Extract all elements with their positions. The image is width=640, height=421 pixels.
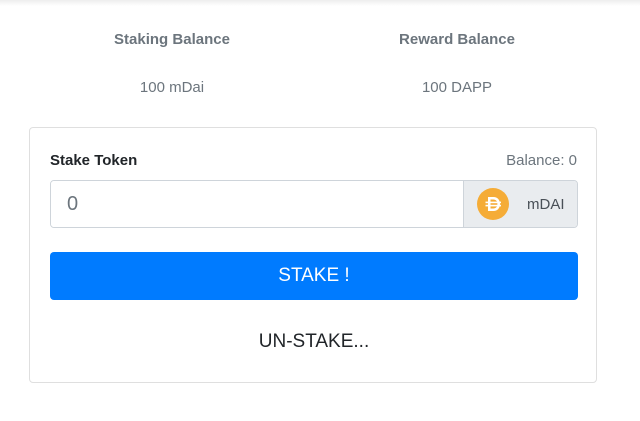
reward-balance-label: Reward Balance [399,31,515,48]
stake-amount-input[interactable] [51,181,463,227]
dai-coin-icon [477,188,509,220]
stake-card: Stake Token Balance: 0 mDAI STAKE ! UN-S… [29,127,597,383]
stake-button[interactable]: STAKE ! [50,252,578,300]
token-symbol: mDAI [527,195,565,213]
balances-header: Staking Balance 100 mDai Reward Balance … [0,0,640,110]
reward-balance-value: 100 DAPP [421,79,493,96]
unstake-button[interactable]: UN-STAKE... [50,322,578,362]
stake-token-label: Stake Token [50,152,138,169]
token-addon: mDAI [463,181,577,227]
staking-balance-label: Staking Balance [114,31,230,48]
stake-input-group: mDAI [50,180,578,228]
staking-balance-value: 100 mDai [139,79,205,96]
wallet-balance-label: Balance: 0 [506,152,577,169]
